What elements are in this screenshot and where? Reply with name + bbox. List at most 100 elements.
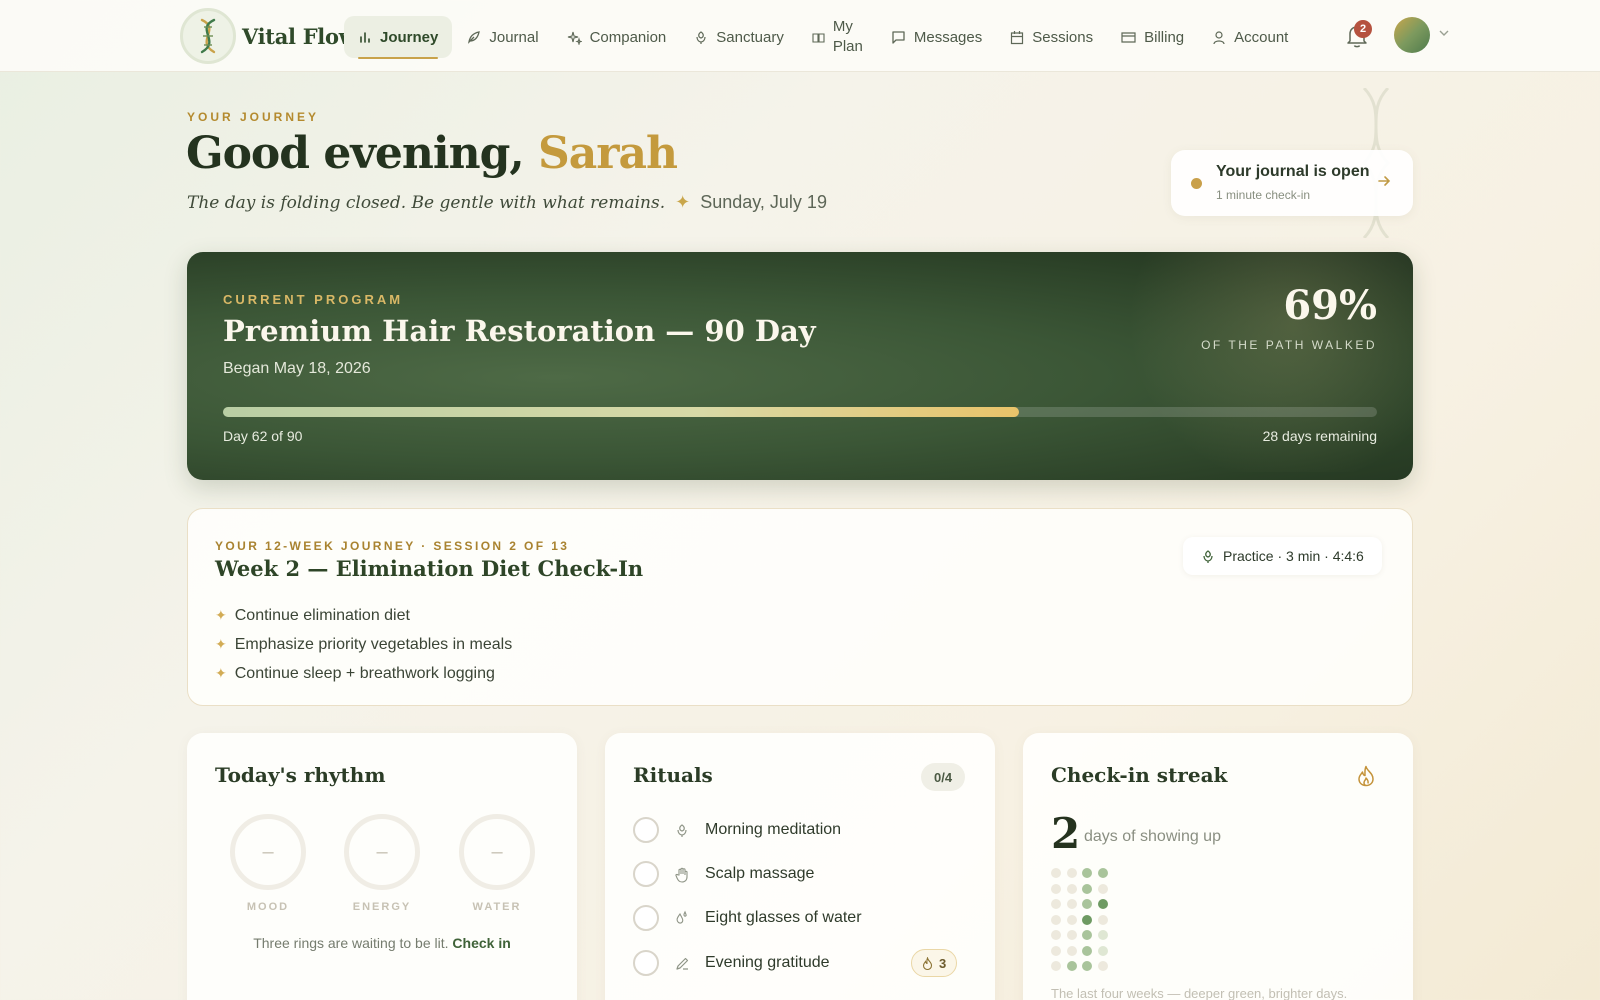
ritual-checkbox[interactable] — [633, 817, 659, 843]
nav-item-journey[interactable]: Journey — [344, 16, 453, 59]
practice-label: Practice · 3 min · 4:4:6 — [1223, 548, 1364, 564]
nav-item-billing[interactable]: Billing — [1107, 16, 1198, 58]
program-day: Day 62 of 90 — [223, 428, 303, 444]
status-dot — [1191, 178, 1202, 189]
nav-item-journal[interactable]: Journal — [452, 16, 552, 58]
brand[interactable]: Vital Flow — [180, 8, 357, 64]
chevron-down-icon[interactable] — [1438, 29, 1450, 37]
nav-item-sanctuary[interactable]: Sanctuary — [680, 16, 798, 58]
ritual-item[interactable]: Morning meditation — [633, 815, 973, 845]
nav-item-account[interactable]: Account — [1198, 16, 1302, 58]
heatmap-cell — [1051, 868, 1061, 878]
check-in-link[interactable]: Check in — [452, 935, 510, 951]
flame-icon — [922, 956, 933, 970]
session-card[interactable]: YOUR 12-WEEK JOURNEY · SESSION 2 OF 13 W… — [187, 508, 1413, 706]
streak-note: The last four weeks — deeper green, brig… — [1051, 986, 1348, 1000]
streak-count: 2 — [1051, 809, 1081, 858]
rhythm-card: Today's rhythm – MOOD – ENERGY – WATER T… — [187, 733, 577, 1000]
heatmap-cell — [1066, 961, 1077, 971]
nav-item-sessions[interactable]: Sessions — [996, 16, 1107, 58]
heatmap-cell — [1097, 868, 1108, 878]
heatmap-cell — [1051, 883, 1061, 894]
nav-label: Messages — [913, 28, 983, 46]
ritual-checkbox[interactable] — [633, 905, 659, 931]
heatmap-cell — [1082, 868, 1092, 878]
heatmap-cell — [1082, 930, 1092, 940]
bullet-text: Continue elimination diet — [234, 606, 410, 624]
streak-card: Check-in streak 2 days of showing up The… — [1023, 733, 1413, 1000]
avatar[interactable] — [1394, 17, 1430, 53]
heatmap-cell — [1051, 961, 1061, 971]
sparkle-icon: ✦ — [215, 636, 227, 652]
streak-heatmap — [1051, 868, 1108, 971]
sparkle-icon: ✦ — [675, 192, 691, 212]
water-ring[interactable]: – — [459, 814, 535, 890]
program-start-date: Began May 18, 2026 — [223, 360, 371, 377]
heatmap-cell — [1051, 945, 1061, 956]
ritual-label: Evening gratitude — [705, 954, 830, 971]
journal-open-card[interactable]: Your journal is open 1 minute check-in — [1171, 150, 1413, 216]
program-percent: 69% — [1283, 282, 1377, 329]
book-icon — [812, 32, 825, 43]
nav-item-messages[interactable]: Messages — [877, 16, 996, 58]
ritual-checkbox[interactable] — [633, 861, 659, 887]
message-icon — [892, 30, 905, 44]
list-item: ✦ Emphasize priority vegetables in meals — [215, 630, 512, 659]
heatmap-cell — [1097, 899, 1108, 909]
heatmap-cell — [1066, 899, 1077, 909]
arrow-right-icon — [1378, 176, 1391, 186]
ritual-checkbox[interactable] — [633, 950, 659, 976]
hand-icon — [673, 865, 691, 883]
rhythm-title: Today's rhythm — [215, 763, 386, 787]
energy-ring[interactable]: – — [344, 814, 420, 890]
ritual-streak-badge: 3 — [911, 949, 958, 977]
heatmap-cell — [1082, 914, 1092, 925]
list-item: ✦ Continue sleep + breathwork logging — [215, 659, 512, 688]
ritual-label: Eight glasses of water — [705, 909, 862, 926]
rhythm-note-text: Three rings are waiting to be lit. — [253, 935, 449, 951]
ritual-item[interactable]: Eight glasses of water — [633, 903, 973, 933]
heatmap-cell — [1066, 868, 1077, 878]
header-subtitle: The day is folding closed. Be gentle wit… — [187, 192, 827, 213]
current-program-card[interactable]: CURRENT PROGRAM Premium Hair Restoration… — [187, 252, 1413, 480]
journal-card-subtitle: 1 minute check-in — [1216, 188, 1311, 202]
header-eyebrow: YOUR JOURNEY — [187, 110, 320, 124]
ritual-item[interactable]: Scalp massage — [633, 859, 973, 889]
program-percent-label: OF THE PATH WALKED — [1201, 338, 1377, 352]
lotus-icon — [696, 30, 706, 44]
header-date: Sunday, July 19 — [700, 192, 827, 212]
notification-badge: 2 — [1354, 20, 1372, 38]
heatmap-cell — [1066, 930, 1077, 940]
streak-label: days of showing up — [1084, 828, 1221, 845]
mood-ring[interactable]: – — [230, 814, 306, 890]
ritual-item[interactable]: Evening gratitude 3 — [633, 948, 973, 978]
heatmap-cell — [1097, 945, 1108, 956]
nav-label: Billing — [1144, 28, 1185, 46]
nav-label: My Plan — [833, 17, 863, 57]
heatmap-cell — [1066, 914, 1077, 925]
nav-item-my-plan[interactable]: My Plan — [798, 16, 877, 58]
ritual-label: Morning meditation — [705, 821, 842, 838]
nav-label: Sessions — [1032, 28, 1094, 46]
program-title: Premium Hair Restoration — 90 Day — [223, 314, 816, 348]
heatmap-cell — [1097, 914, 1108, 925]
bar-chart-icon — [360, 32, 370, 43]
top-nav: Vital Flow Journey Journal Companion San… — [0, 0, 1600, 72]
lotus-icon — [1203, 549, 1213, 563]
sparkle-icon: ✦ — [215, 607, 227, 623]
card-icon — [1121, 31, 1136, 43]
ring-label: MOOD — [246, 901, 290, 913]
nav-label: Journey — [380, 28, 439, 46]
heatmap-cell — [1082, 961, 1092, 971]
program-eyebrow: CURRENT PROGRAM — [223, 292, 404, 307]
sparkle-icon — [567, 31, 582, 45]
rhythm-note: Three rings are waiting to be lit. Check… — [187, 935, 577, 951]
practice-button[interactable]: Practice · 3 min · 4:4:6 — [1183, 537, 1382, 575]
program-progress-track — [223, 407, 1377, 417]
nav-item-companion[interactable]: Companion — [553, 16, 681, 58]
calendar-icon — [1011, 30, 1024, 44]
bullet-text: Continue sleep + breathwork logging — [234, 664, 495, 682]
nav-label: Sanctuary — [716, 28, 784, 46]
streak-title: Check-in streak — [1051, 763, 1228, 787]
rituals-title: Rituals — [633, 763, 713, 787]
